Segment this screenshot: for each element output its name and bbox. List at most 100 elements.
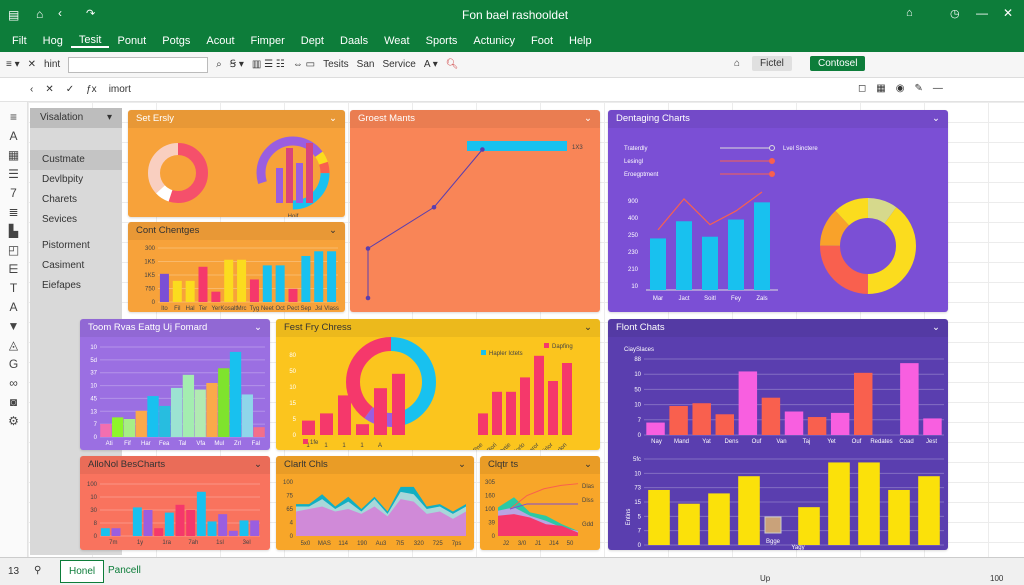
settings-icon[interactable]: ⚙ — [8, 414, 19, 428]
font-select[interactable]: hint — [44, 59, 60, 70]
link-icon[interactable]: ⇔ ▭ — [293, 59, 315, 70]
back-icon[interactable]: ‹ — [30, 84, 33, 95]
chevron-down-icon[interactable]: ⌄ — [932, 113, 940, 125]
zoom-icon[interactable]: 🔍︎ — [446, 59, 459, 70]
menu-12[interactable]: Foot — [523, 35, 561, 47]
bar — [164, 512, 174, 536]
bar — [172, 280, 182, 302]
chart-panel-p8: AlloNol BesCharts ⌄ 0 8 30 10 100 7m 1y 1ra 7ah 1sl… — [80, 456, 270, 550]
formula-bar: ‹ ✕ ✓ ƒx imort ◻▦◉✎— — [0, 78, 1024, 102]
menu-2[interactable]: Tesit — [70, 34, 110, 48]
confirm-icon[interactable]: ✓ — [66, 84, 74, 95]
menu-8[interactable]: Daals — [332, 35, 376, 47]
zoom-level[interactable]: 100 — [990, 574, 1003, 583]
sidebar-header[interactable]: Visalation ▾ — [30, 108, 122, 128]
menu-10[interactable]: Sports — [418, 35, 466, 47]
sheet-tab-pancell[interactable]: Pancell — [108, 565, 141, 576]
sidebar-item[interactable]: Charets — [30, 190, 122, 210]
close-icon[interactable]: ✕ — [1003, 6, 1013, 20]
sidebar-item[interactable]: Devlbpity — [30, 170, 122, 190]
format-icon[interactable]: Ꞩ ▾ — [230, 59, 244, 70]
menu-3[interactable]: Ponut — [109, 35, 154, 47]
chevron-down-icon[interactable]: ⌄ — [254, 322, 262, 334]
chart-icon[interactable]: ▙ — [9, 224, 18, 238]
x-tick-label: Yet — [827, 439, 836, 445]
chevron-down-icon[interactable]: ⌄ — [584, 113, 592, 125]
toolbar-item[interactable]: Service — [382, 59, 415, 70]
link-icon[interactable]: ∞ — [9, 376, 18, 390]
menu-7[interactable]: Dept — [293, 35, 332, 47]
x-tick-label: Mul — [214, 441, 224, 447]
x-tick-label: 190 — [357, 541, 368, 547]
bar — [198, 266, 208, 302]
table-icon[interactable]: ▦ — [8, 148, 19, 162]
y-tick-label: 10 — [634, 372, 641, 378]
cancel-icon[interactable]: ✕ — [45, 84, 53, 95]
list-icon[interactable]: ≣ — [8, 205, 18, 219]
menu-icon[interactable]: ≡ ▾ — [6, 59, 20, 70]
menu-5[interactable]: Acout — [198, 35, 242, 47]
chevron-down-icon[interactable]: ⌄ — [458, 459, 466, 471]
chevron-down-icon[interactable]: ⌄ — [329, 225, 337, 237]
text-icon[interactable]: A — [9, 129, 17, 143]
toolbar-item[interactable]: San — [357, 59, 375, 70]
thumbnail-image — [764, 516, 782, 534]
formula-icon[interactable]: 7 — [10, 186, 17, 200]
save-icon[interactable]: ▤ — [8, 8, 19, 22]
bar — [218, 514, 228, 536]
camera-icon[interactable]: ◙ — [10, 395, 17, 409]
cut-icon[interactable]: ✕ — [28, 59, 36, 70]
sidebar-item[interactable]: Custmate — [30, 150, 122, 170]
menu-11[interactable]: Actunicy — [465, 35, 523, 47]
chevron-down-icon[interactable]: ⌄ — [932, 322, 940, 334]
x-tick-label: Kosalt — [220, 306, 237, 312]
redo-icon[interactable]: ↷ — [86, 7, 95, 20]
wrap-icon[interactable]: ⋿ — [8, 262, 18, 276]
home-icon[interactable]: ⌂ — [734, 58, 740, 69]
menu-1[interactable]: Hog — [35, 35, 71, 47]
text-style-icon[interactable]: A ▾ — [424, 59, 438, 70]
shapes-icon[interactable]: ◬ — [9, 338, 18, 352]
font-box[interactable] — [68, 56, 209, 73]
menu-4[interactable]: Potgs — [154, 35, 198, 47]
user-icon[interactable]: ⚲ — [34, 565, 41, 576]
menu-6[interactable]: Fimper — [243, 35, 293, 47]
back-icon[interactable]: ‹ — [58, 6, 62, 20]
symbol-icon[interactable]: G — [9, 357, 18, 371]
chevron-down-icon[interactable]: ⌄ — [254, 459, 262, 471]
x-tick-label: J1 — [535, 541, 542, 547]
font-icon[interactable]: A — [9, 300, 17, 314]
menu-0[interactable]: Filt — [4, 35, 35, 47]
minimize-icon[interactable]: — — [976, 6, 988, 20]
menu-13[interactable]: Help — [561, 35, 600, 47]
view-button[interactable]: Fictel — [752, 56, 792, 71]
panel-title: Cont Chentges — [136, 225, 200, 236]
contact-button[interactable]: Contosel — [810, 56, 866, 71]
chevron-down-icon[interactable]: ⌄ — [584, 459, 592, 471]
filter-icon[interactable]: ▼ — [8, 319, 20, 333]
x-tick-label: Zrl — [234, 441, 241, 447]
align-icon[interactable]: ▥ ☰ ☷ — [252, 59, 285, 70]
rows-icon[interactable]: ☰ — [8, 167, 19, 181]
formula-input[interactable]: imort — [109, 84, 131, 95]
chevron-down-icon[interactable]: ⌄ — [329, 113, 337, 125]
sidebar-item[interactable]: Pistorment — [30, 236, 122, 256]
view-tools-icon[interactable]: ◻▦◉✎— — [858, 83, 953, 94]
sidebar-item[interactable]: Sevices — [30, 210, 122, 230]
toolbar-item[interactable]: Tesits — [323, 59, 349, 70]
share-icon[interactable]: ⌂ — [906, 7, 913, 19]
image-icon[interactable]: ◰ — [8, 243, 19, 257]
menu-9[interactable]: Weat — [376, 35, 417, 47]
sidebar-item[interactable]: Casiment — [30, 256, 122, 276]
search-icon[interactable]: ⌕ — [216, 59, 222, 70]
bar — [715, 414, 734, 435]
history-icon[interactable]: ◷ — [950, 7, 960, 20]
menu-icon[interactable]: ≡ — [10, 110, 17, 124]
x-tick-label: Zirlor — [541, 442, 555, 450]
function-icon[interactable]: ƒx — [86, 84, 97, 95]
home-icon[interactable]: ⌂ — [36, 7, 43, 21]
sheet-tab-honel[interactable]: Honel — [60, 560, 105, 583]
sidebar-item[interactable]: Eiefapes — [30, 276, 122, 296]
type-icon[interactable]: T — [10, 281, 17, 295]
chevron-down-icon[interactable]: ⌄ — [584, 322, 592, 334]
